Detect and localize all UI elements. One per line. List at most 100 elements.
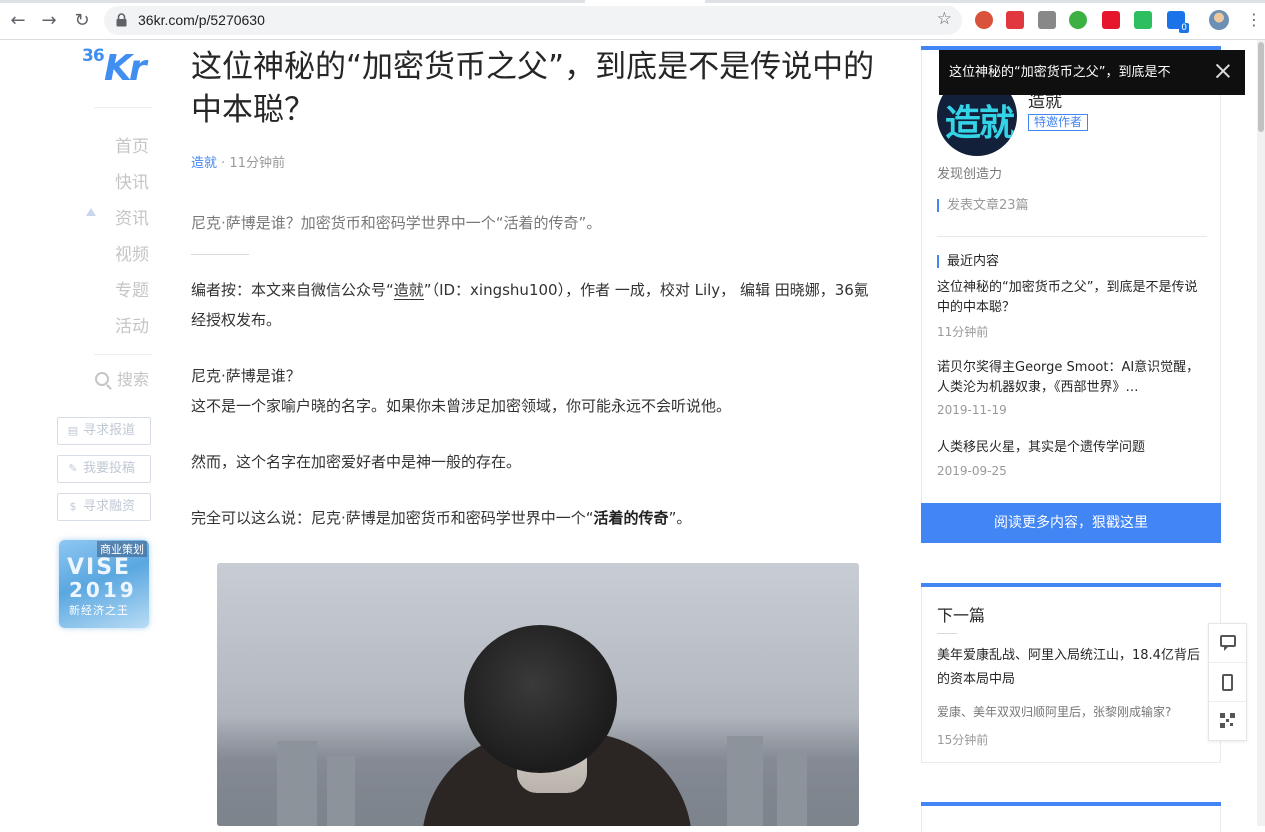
card-accent-bar — [921, 802, 1221, 806]
card-divider — [937, 236, 1207, 237]
weibo-extension-icon[interactable] — [1102, 11, 1120, 29]
dollar-icon: $ — [69, 500, 77, 513]
floating-toolbar — [1208, 623, 1247, 741]
promo-title: VISE — [67, 555, 132, 580]
evernote-extension-icon[interactable] — [1134, 11, 1152, 29]
next-article-title[interactable]: 美年爱康乱战、阿里入局统江山，18.4亿背后的资本局中局 — [937, 644, 1207, 692]
profile-avatar-icon[interactable] — [1209, 10, 1229, 30]
bold-text: 活着的传奇 — [593, 509, 669, 527]
seek-funding-button[interactable]: $ 寻求融资 — [57, 493, 151, 521]
nav-item-home[interactable]: 首页 — [115, 132, 149, 157]
green-circle-extension-icon[interactable] — [1069, 11, 1087, 29]
author-description: 发现创造力 — [937, 167, 1003, 182]
nav-item-newsflash[interactable]: 快讯 — [115, 168, 149, 193]
page-scrollbar[interactable] — [1257, 40, 1265, 826]
pencil-icon: ✎ — [68, 462, 78, 475]
reload-icon[interactable]: ↻ — [70, 9, 94, 33]
person-hat — [464, 625, 617, 773]
next-article-summary: 爱康、美年双双归顺阿里后，张黎刚成输家? — [937, 705, 1172, 719]
toast-text: 这位神秘的“加密货币之父”，到底是不 — [949, 65, 1171, 80]
url-text[interactable]: 36kr.com/p/5270630 — [138, 12, 265, 28]
comment-icon — [1220, 635, 1236, 651]
nav-item-video[interactable]: 视频 — [115, 240, 149, 265]
submit-article-button[interactable]: ✎ 我要投稿 — [57, 455, 151, 483]
next-divider — [937, 633, 957, 634]
mobile-button[interactable] — [1209, 663, 1246, 702]
search-label: 搜索 — [117, 370, 150, 389]
recent-item-date: 2019-11-19 — [937, 403, 1007, 417]
active-indicator-icon — [86, 208, 96, 216]
building — [327, 756, 355, 826]
article-summary: 尼克·萨博是谁？加密货币和密码学世界中一个“活着的传奇”。 — [191, 214, 602, 232]
tab-strip — [0, 0, 1265, 3]
record-extension-icon[interactable] — [975, 11, 993, 29]
paragraph-line: 这不是一个家喻户晓的名字。如果你未曾涉足加密领域，你可能永远不会听说他。 — [191, 397, 732, 415]
card-accent-bar — [921, 583, 1221, 587]
mobile-icon — [1222, 674, 1233, 691]
article-byline: 造就 · 11分钟前 — [191, 152, 285, 171]
sidebar-search[interactable]: 搜索 — [95, 366, 149, 390]
editor-note-text: 编者按：本文来自微信公众号“ — [191, 281, 394, 299]
avatar-glyph: 造就 — [945, 103, 1015, 144]
recent-item-title[interactable]: 诺贝尔奖得主George Smoot：AI意识觉醒，人类沦为机器奴隶，《西部世界… — [937, 358, 1207, 398]
publish-time: 11分钟前 — [229, 156, 285, 171]
author-card: 造就 造就 特邀作者 发现创造力 发表文章23篇 最近内容 这位神秘的“加密货币… — [921, 46, 1221, 543]
paragraph-2: 然而，这个名字在加密爱好者中是神一般的存在。 — [191, 453, 522, 471]
building — [777, 751, 807, 826]
next-article-card: 下一篇 美年爱康乱战、阿里入局统江山，18.4亿背后的资本局中局 爱康、美年双双… — [921, 583, 1221, 763]
recent-item-date: 11分钟前 — [937, 325, 989, 339]
recent-heading: 最近内容 — [937, 255, 999, 268]
wechat-account-link[interactable]: 造就 — [393, 281, 424, 300]
article-count: 发表文章23篇 — [937, 199, 1029, 212]
nav-divider — [94, 354, 152, 355]
document-icon: ▤ — [67, 424, 79, 437]
scrollbar-thumb[interactable] — [1258, 42, 1264, 132]
next-article-time: 15分钟前 — [937, 733, 989, 747]
blue-extension-icon[interactable]: 0 — [1167, 11, 1189, 33]
qr-code-icon — [1220, 713, 1235, 728]
read-more-button[interactable]: 阅读更多内容，狠戳这里 — [921, 503, 1221, 543]
author-role-badge: 特邀作者 — [1028, 114, 1089, 131]
active-tab[interactable] — [585, 0, 705, 3]
reader-extension-icon[interactable] — [1038, 11, 1056, 29]
browser-toolbar: ← → ↻ 36kr.com/p/5270630 ☆ 0 ⋮ — [0, 0, 1265, 40]
related-card — [921, 802, 1221, 832]
extension-badge: 0 — [1179, 23, 1189, 33]
article-image — [217, 563, 859, 826]
red-extension-icon[interactable] — [1006, 11, 1024, 29]
editor-note: 编者按：本文来自微信公众号“造就”（ID：xingshu100），作者 一成，校… — [191, 275, 883, 335]
title-toast: 这位神秘的“加密货币之父”，到底是不 — [939, 50, 1245, 95]
browser-menu-icon[interactable]: ⋮ — [1246, 10, 1262, 30]
lock-icon — [116, 13, 127, 27]
button-label: 寻求融资 — [83, 499, 136, 514]
nav-item-news[interactable]: 资讯 — [115, 204, 149, 229]
paragraph-1: 尼克·萨博是谁？ 这不是一个家喻户晓的名字。如果你未曾涉足加密领域，你可能永远不… — [191, 361, 883, 421]
recent-item-title[interactable]: 这位神秘的“加密货币之父”，到底是不是传说中的中本聪？ — [937, 278, 1207, 318]
building — [277, 741, 317, 826]
next-heading: 下一篇 — [937, 606, 986, 625]
vise-2019-promo-banner[interactable]: 商业策划 VISE 2019 新经济之王 — [59, 540, 149, 628]
qr-code-button[interactable] — [1209, 702, 1246, 741]
seek-coverage-button[interactable]: ▤ 寻求报道 — [57, 417, 151, 445]
button-label: 寻求报道 — [83, 423, 136, 438]
comment-button[interactable] — [1209, 624, 1246, 663]
back-icon[interactable]: ← — [6, 9, 30, 33]
nav-item-events[interactable]: 活动 — [115, 312, 149, 337]
paragraph-line: 尼克·萨博是谁？ — [191, 367, 301, 385]
summary-divider — [191, 254, 249, 255]
close-icon[interactable] — [1215, 63, 1231, 79]
nav-divider — [94, 107, 152, 108]
paragraph-text: 完全可以这么说：尼克·萨博是加密货币和密码学世界中一个“ — [191, 509, 594, 527]
nav-item-topics[interactable]: 专题 — [115, 276, 149, 301]
button-label: 我要投稿 — [83, 461, 136, 476]
bookmark-star-icon[interactable]: ☆ — [937, 9, 952, 29]
promo-subtitle: 新经济之王 — [69, 604, 129, 617]
author-link[interactable]: 造就 — [191, 156, 217, 171]
byline-separator: · — [217, 156, 230, 171]
paragraph-3: 完全可以这么说：尼克·萨博是加密货币和密码学世界中一个“活着的传奇”。 — [191, 503, 883, 533]
forward-icon[interactable]: → — [37, 9, 61, 33]
promo-year: 2019 — [69, 578, 137, 602]
search-icon — [95, 372, 109, 386]
address-bar[interactable]: 36kr.com/p/5270630 ☆ — [104, 6, 962, 35]
recent-item-title[interactable]: 人类移民火星，其实是个遗传学问题 — [937, 438, 1207, 458]
